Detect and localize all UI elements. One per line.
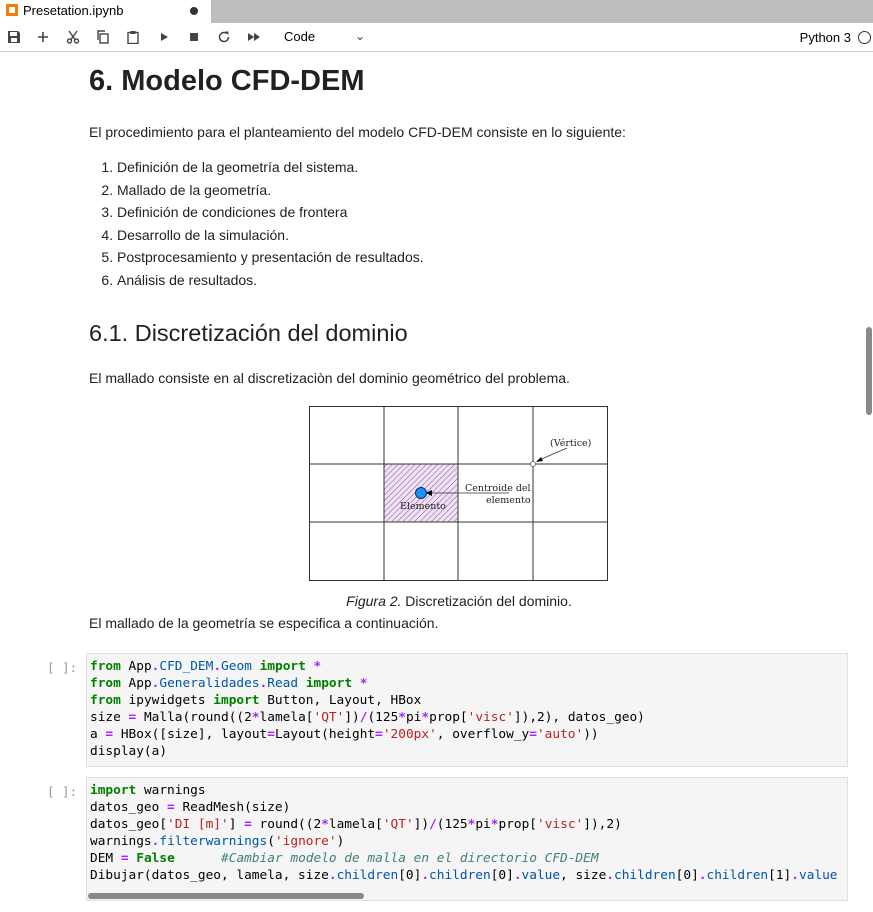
heading-modelo: 6. Modelo CFD-DEM bbox=[89, 65, 365, 97]
copy-button[interactable] bbox=[91, 23, 115, 51]
tab-notebook[interactable]: Presetation.ipynb bbox=[0, 0, 211, 23]
restart-run-all-button[interactable] bbox=[242, 23, 266, 51]
tab-title: Presetation.ipynb bbox=[23, 3, 124, 18]
element-label: Elemento bbox=[400, 501, 446, 512]
save-button[interactable] bbox=[2, 23, 26, 51]
save-icon bbox=[8, 31, 20, 43]
cut-button[interactable] bbox=[61, 23, 85, 51]
unsaved-dot-icon[interactable] bbox=[190, 7, 198, 15]
vertical-scrollbar[interactable] bbox=[866, 327, 872, 415]
list-item: Mallado de la geometría. bbox=[117, 179, 424, 202]
list-item: Definición de la geometría del sistema. bbox=[117, 156, 424, 179]
list-item: Definición de condiciones de frontera bbox=[117, 201, 424, 224]
centroid-label-2: elemento bbox=[486, 495, 531, 506]
mesh-paragraph: El mallado consiste en al discretizaciòn… bbox=[89, 370, 570, 386]
copy-icon bbox=[97, 30, 109, 44]
chevron-down-icon[interactable]: ⌄ bbox=[355, 29, 365, 43]
kernel-status-icon bbox=[858, 31, 871, 44]
tab-bar: Presetation.ipynb bbox=[0, 0, 873, 23]
paste-button[interactable] bbox=[121, 23, 145, 51]
notebook-toolbar: Code ⌄ Python 3 bbox=[0, 23, 873, 52]
insert-cell-button[interactable] bbox=[31, 23, 55, 51]
list-item: Postprocesamiento y presentación de resu… bbox=[117, 246, 424, 269]
intro-paragraph: El procedimiento para el planteamiento d… bbox=[89, 124, 626, 140]
mesh-figure: (Vértice) Centroide del elemento Element… bbox=[309, 406, 609, 587]
after-figure-paragraph: El mallado de la geometría se especifica… bbox=[89, 615, 439, 631]
caption-text: Discretización del dominio. bbox=[401, 593, 572, 609]
run-button[interactable] bbox=[152, 23, 176, 51]
cell-type-select[interactable]: Code bbox=[284, 29, 315, 44]
kernel-name[interactable]: Python 3 bbox=[800, 30, 851, 45]
play-icon bbox=[161, 33, 168, 41]
centroid-label: Centroide del bbox=[465, 483, 531, 494]
stop-icon bbox=[190, 33, 198, 41]
restart-button[interactable] bbox=[212, 23, 236, 51]
fast-forward-icon bbox=[248, 33, 260, 41]
notebook-content: 6. Modelo CFD-DEM El procedimiento para … bbox=[0, 52, 873, 912]
code-cell-2[interactable]: import warnings datos_geo = ReadMesh(siz… bbox=[86, 777, 848, 901]
cell-prompt: [ ]: bbox=[47, 784, 78, 799]
list-item: Análisis de resultados. bbox=[117, 269, 424, 292]
heading-discretizacion: 6.1. Discretización del dominio bbox=[89, 320, 408, 346]
centroid-point bbox=[415, 487, 427, 499]
caption-em: Figura 2. bbox=[346, 593, 402, 609]
scissors-icon bbox=[66, 30, 80, 44]
figure-caption: Figura 2. Discretización del dominio. bbox=[0, 593, 873, 609]
notebook-icon bbox=[6, 4, 18, 16]
horizontal-scrollbar[interactable] bbox=[88, 893, 364, 899]
code-cell-1[interactable]: from App.CFD_DEM.Geom import * from App.… bbox=[86, 653, 848, 767]
list-item: Desarrollo de la simulación. bbox=[117, 224, 424, 247]
interrupt-button[interactable] bbox=[182, 23, 206, 51]
vertex-label: (Vértice) bbox=[550, 438, 591, 449]
steps-list: Definición de la geometría del sistema. … bbox=[89, 156, 424, 291]
clipboard-icon bbox=[127, 31, 139, 44]
cell-prompt: [ ]: bbox=[47, 660, 78, 675]
vertex-point bbox=[530, 461, 536, 467]
restart-icon bbox=[218, 31, 230, 43]
plus-icon bbox=[38, 32, 48, 42]
